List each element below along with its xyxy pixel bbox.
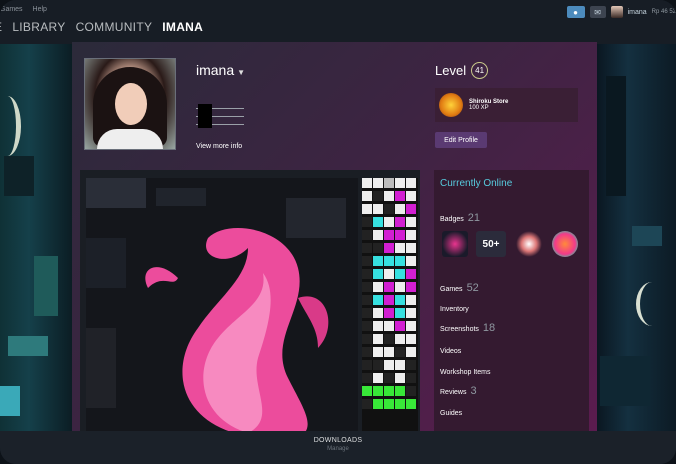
tab-store[interactable]: E	[0, 20, 2, 34]
badges-label: Badges	[440, 216, 464, 223]
artwork-showcase	[80, 170, 420, 432]
top-menu-bar: Games Help E LIBRARY COMMUNITY IMANA ● ✉…	[0, 0, 676, 44]
main-nav-tabs: E LIBRARY COMMUNITY IMANA	[0, 20, 203, 34]
badges-link[interactable]: Badges 21	[440, 212, 480, 224]
steam-client-window: Games Help E LIBRARY COMMUNITY IMANA ● ✉…	[0, 0, 676, 464]
games-label: Games	[440, 286, 463, 293]
games-link[interactable]: Games 52	[440, 282, 479, 294]
tab-library[interactable]: LIBRARY	[12, 20, 65, 34]
badge-50plus-icon[interactable]: 50+	[476, 231, 506, 257]
profile-page: imana ▼ View more info Level 41 Shiroku S…	[72, 42, 597, 434]
menu-help[interactable]: Help	[33, 6, 47, 13]
level-badge: 41	[471, 62, 489, 79]
downloads-manage-label[interactable]: Manage	[0, 446, 676, 452]
screenshots-link[interactable]: Screenshots 18	[440, 322, 495, 334]
workshop-items-link[interactable]: Workshop Items	[440, 369, 490, 376]
guides-link[interactable]: Guides	[440, 410, 462, 417]
reviews-link[interactable]: Reviews 3	[440, 385, 477, 397]
badges-count: 21	[467, 212, 480, 224]
screenshots-count: 18	[482, 322, 496, 334]
moon-shape	[0, 96, 21, 156]
background-art-left	[0, 36, 72, 436]
games-count: 52	[466, 282, 479, 294]
profile-avatar	[84, 58, 176, 150]
wallet-balance: Rp 46 52	[651, 9, 676, 15]
downloads-label[interactable]: DOWNLOADS	[0, 437, 676, 444]
account-area: ● ✉ imana Rp 46 52	[566, 4, 676, 20]
featured-badge-xp: 100 XP	[469, 105, 489, 111]
pink-flame-art	[145, 228, 329, 432]
featured-badge[interactable]: Shiroku Store 100 XP	[435, 88, 578, 122]
persona-name-dropdown[interactable]: imana ▼	[196, 62, 245, 78]
background-art-right	[596, 36, 676, 436]
tab-profile[interactable]: IMANA	[162, 20, 203, 34]
downloads-bar[interactable]: DOWNLOADS Manage	[0, 431, 676, 464]
view-more-info-link[interactable]: View more info	[196, 143, 242, 150]
avatar[interactable]	[610, 6, 623, 18]
screenshots-label: Screenshots	[440, 326, 479, 333]
moon-shape	[636, 282, 668, 326]
tab-community[interactable]: COMMUNITY	[76, 20, 153, 34]
badge-face-icon[interactable]	[552, 231, 578, 257]
online-status: Currently Online	[440, 178, 513, 189]
reviews-count: 3	[470, 385, 477, 397]
badge-portrait-icon[interactable]	[442, 231, 468, 257]
reviews-label: Reviews	[440, 389, 467, 396]
caret-down-icon: ▼	[237, 68, 246, 77]
showcase-artwork[interactable]	[86, 178, 358, 432]
profile-sidebar: Currently Online Badges 21 50+ Games 52 In…	[434, 170, 589, 432]
videos-link[interactable]: Videos	[440, 348, 461, 355]
pixel-grid-art	[362, 178, 418, 432]
broadcast-icon[interactable]: ●	[566, 6, 585, 18]
persona-name: imana	[196, 62, 235, 78]
featured-badge-icon	[439, 93, 463, 117]
profile-level: Level 41	[435, 62, 489, 79]
profile-info-lines	[196, 104, 244, 132]
notification-icon[interactable]: ✉	[589, 6, 606, 18]
badge-character-icon[interactable]	[516, 231, 542, 257]
edit-profile-button[interactable]: Edit Profile	[435, 132, 487, 148]
level-label: Level	[435, 63, 467, 78]
inventory-link[interactable]: Inventory	[440, 306, 469, 313]
client-menu: Games Help	[0, 6, 55, 13]
menu-games[interactable]: Games	[0, 6, 23, 13]
account-name[interactable]: imana	[628, 9, 647, 16]
